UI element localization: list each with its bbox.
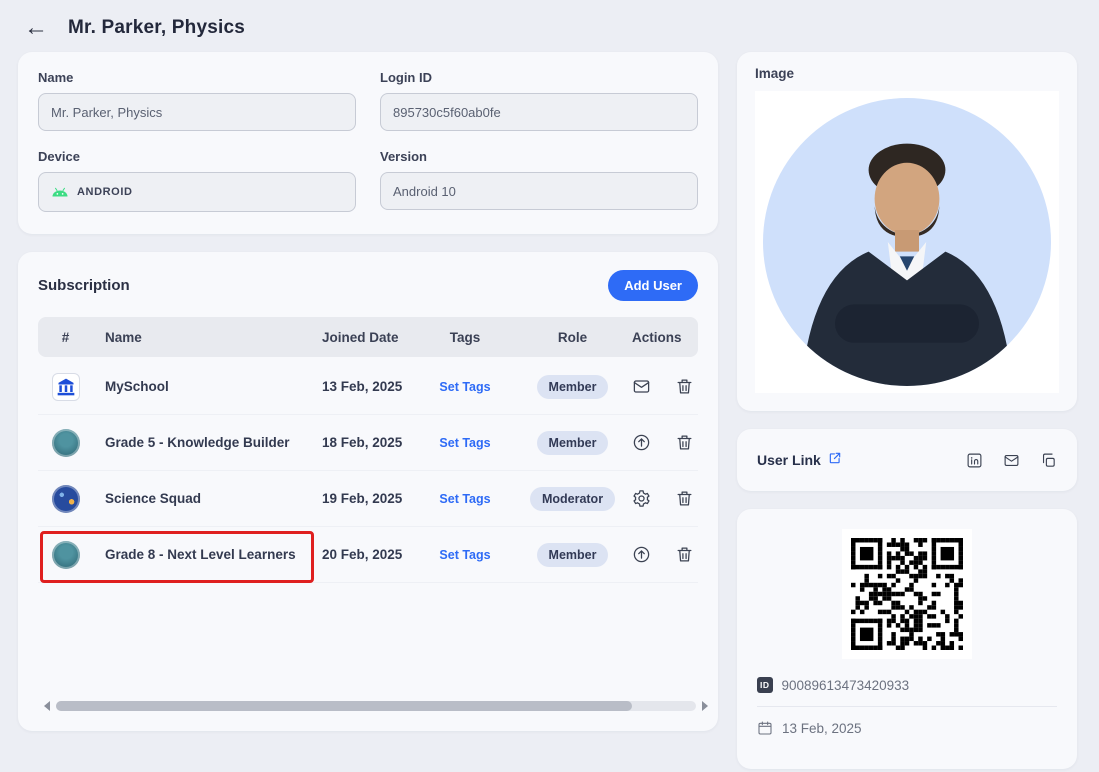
row-name: MySchool: [93, 379, 303, 394]
back-button[interactable]: ←: [20, 14, 52, 42]
calendar-icon: [757, 720, 773, 736]
joined-date-row: 13 Feb, 2025: [757, 706, 1057, 736]
horizontal-scrollbar: [44, 701, 708, 711]
version-label: Version: [380, 149, 698, 164]
table-row[interactable]: Science Squad 19 Feb, 2025 Set Tags Mode…: [38, 471, 698, 527]
column-header-num: #: [38, 330, 93, 345]
role-badge: Moderator: [530, 487, 615, 511]
linkedin-icon[interactable]: [966, 452, 983, 469]
device-value-box: ANDROID: [38, 172, 356, 212]
set-tags-link[interactable]: Set Tags: [439, 548, 490, 562]
table-row[interactable]: MySchool 13 Feb, 2025 Set Tags Member: [38, 359, 698, 415]
row-name: Science Squad: [93, 491, 303, 506]
device-value: ANDROID: [77, 186, 133, 198]
login-id-input[interactable]: [380, 93, 698, 131]
row-joined-date: 20 Feb, 2025: [303, 547, 415, 562]
row-name: Grade 5 - Knowledge Builder: [93, 435, 303, 450]
scroll-right-arrow[interactable]: [702, 701, 708, 711]
table-header: # Name Joined Date Tags Role Actions: [38, 317, 698, 357]
science-badge: [52, 485, 80, 513]
upload-circle-icon[interactable]: [632, 545, 651, 564]
image-card: Image: [737, 52, 1077, 411]
login-id-field-group: Login ID: [380, 70, 698, 131]
scroll-left-arrow[interactable]: [44, 701, 50, 711]
profile-photo: [763, 98, 1051, 386]
page-header: ← Mr. Parker, Physics: [0, 0, 1099, 50]
row-name: Grade 8 - Next Level Learners: [93, 547, 303, 562]
scrollbar-track[interactable]: [56, 701, 696, 711]
table-row[interactable]: Grade 8 - Next Level Learners 20 Feb, 20…: [38, 527, 698, 583]
envelope-icon[interactable]: [632, 377, 651, 396]
role-badge: Member: [537, 543, 609, 567]
user-link-card: User Link: [737, 429, 1077, 491]
set-tags-link[interactable]: Set Tags: [439, 380, 490, 394]
table-row[interactable]: Grade 5 - Knowledge Builder 18 Feb, 2025…: [38, 415, 698, 471]
trash-icon[interactable]: [675, 433, 694, 452]
page-title: Mr. Parker, Physics: [68, 17, 245, 39]
image-card-title: Image: [755, 66, 1059, 81]
avatar-photo: [763, 98, 1051, 386]
role-badge: Member: [537, 375, 609, 399]
login-id-label: Login ID: [380, 70, 698, 85]
joined-date-value: 13 Feb, 2025: [782, 721, 862, 736]
back-arrow-icon: ←: [24, 14, 48, 41]
row-joined-date: 18 Feb, 2025: [303, 435, 415, 450]
subscription-card: Subscription Add User # Name Joined Date…: [18, 252, 718, 731]
device-label: Device: [38, 149, 356, 164]
external-link-icon[interactable]: [828, 451, 842, 470]
profile-photo-frame: [755, 91, 1059, 393]
subscription-title: Subscription: [38, 277, 130, 294]
profile-card: Name Login ID Device: [18, 52, 718, 234]
user-link-title: User Link: [757, 452, 821, 468]
grade-badge: [52, 429, 80, 457]
role-badge: Member: [537, 431, 609, 455]
trash-icon[interactable]: [675, 489, 694, 508]
add-user-button[interactable]: Add User: [608, 270, 698, 301]
version-input[interactable]: [380, 172, 698, 210]
row-joined-date: 19 Feb, 2025: [303, 491, 415, 506]
set-tags-link[interactable]: Set Tags: [439, 492, 490, 506]
trash-icon[interactable]: [675, 377, 694, 396]
device-field-group: Device ANDROID: [38, 149, 356, 212]
name-label: Name: [38, 70, 356, 85]
scrollbar-thumb[interactable]: [56, 701, 632, 711]
column-header-actions: Actions: [630, 330, 698, 345]
gear-icon[interactable]: [632, 489, 651, 508]
set-tags-link[interactable]: Set Tags: [439, 436, 490, 450]
id-badge-icon: ID: [757, 677, 773, 693]
table-body: MySchool 13 Feb, 2025 Set Tags Member Gr…: [38, 359, 698, 583]
copy-icon[interactable]: [1040, 452, 1057, 469]
name-field-group: Name: [38, 70, 356, 131]
column-header-name: Name: [93, 330, 303, 345]
mail-icon[interactable]: [1003, 452, 1020, 469]
user-id-row: ID 90089613473420933: [757, 677, 1057, 693]
android-icon: [51, 185, 69, 199]
upload-circle-icon[interactable]: [632, 433, 651, 452]
row-joined-date: 13 Feb, 2025: [303, 379, 415, 394]
trash-icon[interactable]: [675, 545, 694, 564]
myschool-logo: [52, 373, 80, 401]
qr-card: ID 90089613473420933 13 Feb, 2025: [737, 509, 1077, 769]
column-header-role: Role: [515, 330, 630, 345]
qr-code: [842, 529, 972, 659]
column-header-joined: Joined Date: [303, 330, 415, 345]
name-input[interactable]: [38, 93, 356, 131]
column-header-tags: Tags: [415, 330, 515, 345]
user-id-value: 90089613473420933: [782, 678, 910, 693]
version-field-group: Version: [380, 149, 698, 212]
grade-badge: [52, 541, 80, 569]
